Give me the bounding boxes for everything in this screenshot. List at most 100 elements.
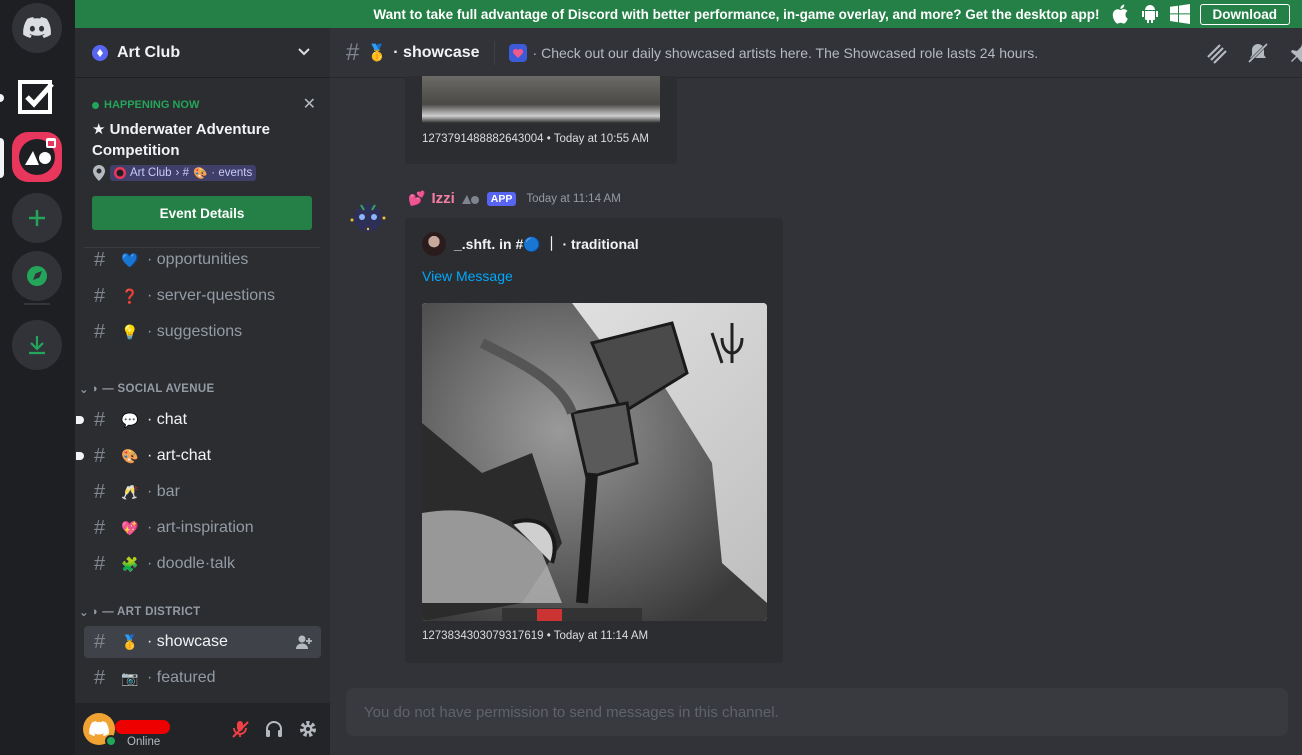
apple-icon[interactable] xyxy=(1110,4,1130,24)
avatar[interactable] xyxy=(83,713,117,747)
gear-icon[interactable] xyxy=(298,719,318,739)
hash-icon: # xyxy=(346,38,360,66)
embed-author[interactable]: _.shft. in #🔵 ｜ · traditional xyxy=(422,232,639,256)
locked-hash-icon: # xyxy=(94,248,106,271)
channel-emoji: 🎨 xyxy=(121,447,139,464)
channel-emoji: 💖 xyxy=(121,519,139,536)
bot-avatar[interactable] xyxy=(348,196,388,236)
pencil-drawing-image xyxy=(422,303,767,621)
event-title: ★ Underwater Adventure Competition xyxy=(92,121,270,159)
channel-label: · art-inspiration xyxy=(147,519,254,536)
channel-label: · doodle·talk xyxy=(147,555,236,572)
download-apps-button[interactable] xyxy=(12,320,62,370)
art-club-logo-icon xyxy=(19,138,56,175)
download-icon xyxy=(29,336,45,355)
previous-embed-image[interactable] xyxy=(422,76,660,123)
chevron-down-icon[interactable] xyxy=(296,43,312,59)
category-icon: ◗ xyxy=(91,383,100,395)
hash-icon: # xyxy=(94,666,106,689)
channel-art-chat[interactable]: # 🎨 · art-chat xyxy=(76,440,321,472)
close-icon[interactable]: ✕ xyxy=(303,94,316,114)
channel-featured[interactable]: # 📷 · featured xyxy=(84,662,321,694)
channel-server-questions[interactable]: # ❓ · server-questions xyxy=(84,280,321,312)
banner-text: Want to take full advantage of Discord w… xyxy=(373,6,1100,22)
channel-chat[interactable]: # 💬 · chat xyxy=(76,404,321,436)
windows-icon[interactable] xyxy=(1169,4,1190,24)
channel-label: · bar xyxy=(147,483,180,500)
add-server-button[interactable] xyxy=(12,193,62,243)
channel-emoji: ❓ xyxy=(121,287,139,304)
unread-indicator xyxy=(76,416,84,424)
android-icon[interactable] xyxy=(1140,4,1160,24)
location-pin-icon xyxy=(93,165,105,181)
live-dot-icon xyxy=(92,101,99,109)
message-author[interactable]: Izzi xyxy=(431,190,454,207)
palette-emoji-icon: 🎨 xyxy=(192,168,208,180)
category-social-avenue[interactable]: ⌄ ◗ — SOCIAL AVENUE xyxy=(79,382,214,396)
embed-author-avatar xyxy=(422,232,446,256)
view-message-link[interactable]: View Message xyxy=(422,268,513,284)
redacted-username xyxy=(115,720,170,734)
compass-icon xyxy=(27,266,47,286)
hash-icon: # xyxy=(94,408,106,431)
server-art-club[interactable] xyxy=(12,132,62,182)
chat-area: # 🥇 · showcase · Check out our daily sho… xyxy=(330,28,1302,755)
event-location[interactable]: Art Club › # 🎨 · events xyxy=(92,165,257,181)
discord-window: Want to take full advantage of Discord w… xyxy=(0,0,1302,755)
hash-icon: # xyxy=(94,630,106,653)
desktop-app-banner: Want to take full advantage of Discord w… xyxy=(75,0,1302,28)
channel-label: · featured xyxy=(147,669,216,686)
chevron-down-icon: ⌄ xyxy=(79,384,89,396)
heart-badge-icon xyxy=(508,43,527,62)
chevron-down-icon: ⌄ xyxy=(79,607,89,619)
artwork-image[interactable] xyxy=(422,303,767,621)
channel-emoji: 💬 xyxy=(121,411,139,428)
channel-emoji: 💙 xyxy=(121,251,139,268)
channel-suggestions[interactable]: # 💡 · suggestions xyxy=(84,316,321,348)
add-member-icon[interactable] xyxy=(295,634,313,650)
channel-topic[interactable]: · Check out our daily showcased artists … xyxy=(508,43,1038,62)
channel-label: · suggestions xyxy=(147,323,243,340)
art-club-tag-icon xyxy=(461,194,479,204)
hearts-role-icon: 💕 xyxy=(408,190,426,206)
server-checklist[interactable] xyxy=(12,72,62,122)
message-timestamp: Today at 11:14 AM xyxy=(526,192,621,205)
category-art-district[interactable]: ⌄ ◗ — ART DISTRICT xyxy=(79,605,201,619)
discord-home-button[interactable] xyxy=(12,3,62,53)
category-icon: ◗ xyxy=(91,606,100,618)
channel-opportunities[interactable]: # 💙 · opportunities xyxy=(84,244,321,276)
unread-indicator xyxy=(76,452,84,460)
topbar-tools xyxy=(1204,41,1302,65)
rail-separator xyxy=(24,303,50,305)
event-location-chip[interactable]: Art Club › # 🎨 · events xyxy=(110,165,257,181)
plus-icon xyxy=(29,210,45,226)
threads-icon[interactable] xyxy=(1204,41,1228,65)
mic-muted-icon[interactable] xyxy=(230,719,250,739)
channel-title: 🥇 · showcase xyxy=(367,43,480,62)
explore-servers-button[interactable] xyxy=(12,251,62,301)
chip-hash-icon: › # xyxy=(175,167,189,179)
channel-showcase[interactable]: # 🥇 · showcase xyxy=(84,626,321,658)
unread-pill xyxy=(0,94,4,102)
channel-doodle-talk[interactable]: # 🧩 · doodle·talk xyxy=(84,548,321,580)
pin-icon[interactable] xyxy=(1288,41,1302,65)
channel-emoji: 🥇 xyxy=(121,633,139,650)
channel-label: · opportunities xyxy=(147,251,249,268)
online-status-icon xyxy=(105,735,117,747)
art-club-mini-icon xyxy=(114,167,126,179)
discord-logo-icon xyxy=(89,721,109,737)
event-details-button[interactable]: Event Details xyxy=(92,196,312,230)
server-header[interactable]: Art Club xyxy=(75,28,330,78)
boost-gem-icon xyxy=(92,44,108,61)
server-rail xyxy=(0,0,75,755)
embed-meta: 1273834303079317619 • Today at 11:14 AM xyxy=(422,630,649,642)
channel-emoji: 🧩 xyxy=(121,555,139,572)
channel-bar[interactable]: # 🥂 · bar xyxy=(84,476,321,508)
headphones-icon[interactable] xyxy=(264,719,284,739)
topbar-divider xyxy=(493,40,495,65)
channel-emoji: 🥂 xyxy=(121,483,139,500)
channel-art-inspiration[interactable]: # 💖 · art-inspiration xyxy=(84,512,321,544)
notifications-muted-icon[interactable] xyxy=(1246,41,1270,65)
user-controls xyxy=(230,719,318,739)
download-button[interactable]: Download xyxy=(1199,3,1290,25)
